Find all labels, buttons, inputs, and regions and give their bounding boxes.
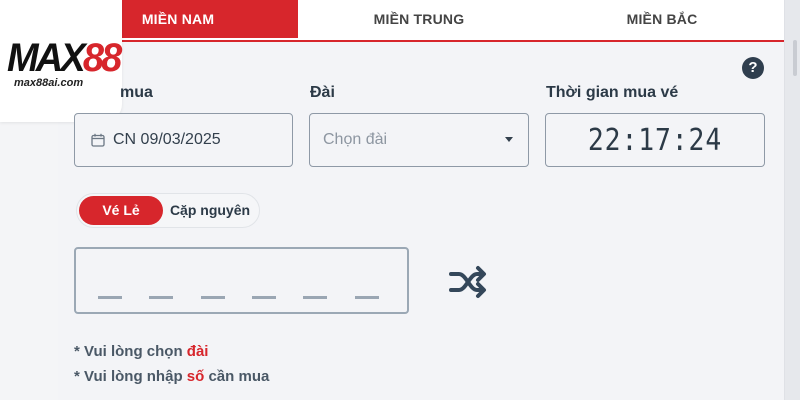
- note-choose-dai: * Vui lòng chọn đài: [74, 343, 209, 360]
- digit-slot[interactable]: [201, 296, 225, 299]
- brand-logo: MAX88 max88ai.com: [0, 0, 122, 122]
- digit-slot[interactable]: [149, 296, 173, 299]
- region-tabs: MIỀN NAM MIỀN TRUNG MIỀN BẮC: [58, 0, 784, 42]
- toggle-ve-le[interactable]: Vé Lẻ: [79, 196, 163, 225]
- note-enter-number: * Vui lòng nhập số cần mua: [74, 368, 270, 385]
- digit-slot[interactable]: [355, 296, 379, 299]
- dai-select[interactable]: Chọn đài: [309, 113, 529, 167]
- dai-label: Đài: [310, 84, 335, 101]
- caret-down-icon: [505, 137, 513, 142]
- toggle-cap-nguyen[interactable]: Cặp nguyên: [165, 196, 255, 225]
- scrollbar-thumb[interactable]: [793, 40, 797, 76]
- shuffle-icon[interactable]: [448, 265, 490, 299]
- digit-slot[interactable]: [252, 296, 276, 299]
- ticket-type-toggle: Vé Lẻ Cặp nguyên: [76, 193, 260, 228]
- date-field[interactable]: CN 09/03/2025: [74, 113, 293, 167]
- help-button[interactable]: ?: [742, 57, 764, 79]
- dai-placeholder: Chọn đài: [323, 131, 388, 148]
- digit-slot[interactable]: [98, 296, 122, 299]
- time-display: 22:17:24: [545, 113, 765, 167]
- logo-domain: max88ai.com: [14, 77, 84, 89]
- tab-mien-trung[interactable]: MIỀN TRUNG: [298, 0, 540, 38]
- number-input[interactable]: [74, 247, 409, 314]
- logo-wordmark: MAX88: [6, 36, 122, 80]
- date-value: CN 09/03/2025: [113, 131, 221, 148]
- digit-slot[interactable]: [303, 296, 327, 299]
- calendar-icon: [91, 133, 105, 147]
- tab-mien-bac[interactable]: MIỀN BẮC: [540, 0, 784, 38]
- time-label: Thời gian mua vé: [546, 84, 679, 101]
- date-label: mua: [120, 84, 153, 101]
- time-value: 22:17:24: [587, 123, 723, 158]
- side-scrollbar[interactable]: [785, 0, 800, 400]
